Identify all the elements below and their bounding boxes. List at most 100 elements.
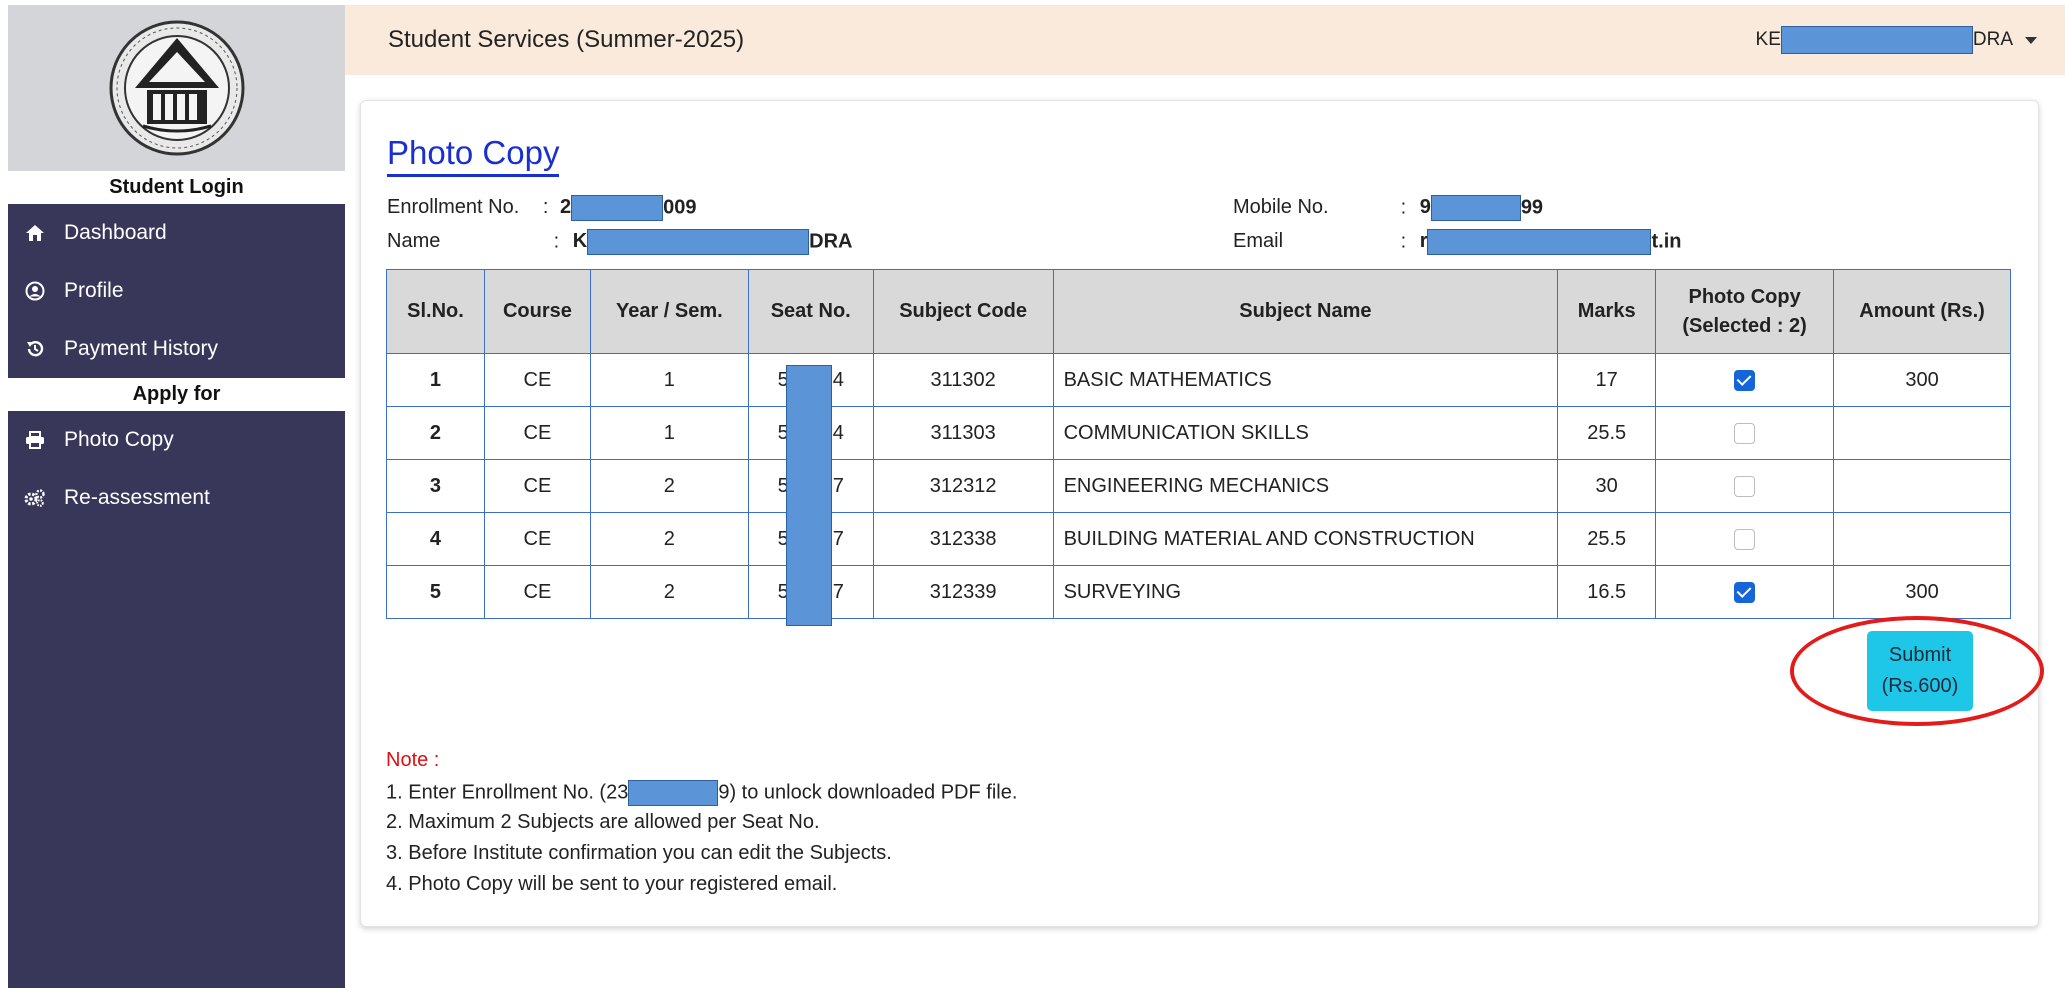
cell-amount (1833, 406, 2011, 460)
photo-copy-checkbox[interactable] (1734, 422, 1756, 444)
cell-course: CE (483, 406, 591, 460)
photo-copy-checkbox[interactable] (1734, 581, 1756, 603)
sidebar-item-profile[interactable]: Profile (8, 262, 345, 320)
sidebar-item-photo-copy[interactable]: Photo Copy (8, 411, 345, 469)
cell-subject-code: 312338 (872, 512, 1054, 566)
cell-course: CE (483, 353, 591, 407)
cell-amount: 300 (1833, 353, 2011, 407)
sidebar-item-payment-history[interactable]: Payment History (8, 320, 345, 378)
cell-course: CE (483, 459, 591, 513)
email-label: Email (1233, 230, 1284, 253)
cell-marks: 30 (1557, 459, 1657, 513)
cell-photo-copy (1655, 353, 1835, 407)
mobile-label: Mobile No. (1233, 196, 1329, 219)
enrollment-start: 2 (559, 196, 572, 219)
cell-subject-code: 311303 (872, 406, 1054, 460)
sidebar-item-label: Profile (64, 279, 124, 302)
enrollment-info: Enrollment No. : 2 009 (387, 195, 696, 221)
printer-icon (22, 431, 48, 449)
cell-subject-name: BASIC MATHEMATICS (1052, 353, 1559, 407)
header-sl-no: Sl.No. (386, 269, 485, 354)
submit-button[interactable]: Submit (Rs.600) (1867, 631, 1973, 711)
user-menu-dropdown[interactable]: KE DRA (1756, 5, 2037, 75)
header-subject-code: Subject Code (872, 269, 1054, 354)
top-bar: Student Services (Summer-2025) KE DRA (345, 5, 2065, 75)
user-circle-icon (22, 281, 48, 301)
history-icon (22, 339, 48, 359)
cell-subject-code: 312312 (872, 459, 1054, 513)
sidebar: Student Login Dashboard Profile Payment … (8, 5, 345, 988)
mobile-end: 99 (1520, 196, 1544, 219)
photo-copy-card: Photo Copy Enrollment No. : 2 009 Name : … (360, 100, 2044, 927)
note-line-3: 3. Before Institute confirmation you can… (386, 842, 892, 864)
cell-year-sem: 1 (589, 406, 749, 460)
colon: : (1400, 196, 1407, 219)
sidebar-item-label: Photo Copy (64, 428, 174, 451)
board-seal-logo (109, 20, 244, 156)
photo-copy-checkbox[interactable] (1734, 475, 1756, 497)
cell-subject-code: 311302 (872, 353, 1054, 407)
email-end: t.in (1651, 230, 1682, 253)
cell-amount (1833, 512, 2011, 566)
cell-sl-no: 5 (386, 565, 485, 619)
cell-sl-no: 1 (386, 353, 485, 407)
page-header-title: Student Services (Summer-2025) (388, 26, 745, 53)
colon: : (553, 230, 560, 253)
colon: : (542, 196, 549, 219)
user-name-start: KE (1755, 29, 1781, 50)
email-start: r (1419, 230, 1428, 253)
home-icon (22, 224, 48, 242)
cell-year-sem: 2 (589, 512, 749, 566)
cell-course: CE (483, 512, 591, 566)
table-row: 1 CE 1 5 4 311302 BASIC MATHEMATICS 17 300 (386, 353, 2011, 407)
cell-year-sem: 1 (589, 353, 749, 407)
cell-sl-no: 2 (386, 406, 485, 460)
redacted-note-enrollment (628, 780, 719, 806)
cell-subject-name: ENGINEERING MECHANICS (1052, 459, 1559, 513)
note-1-end: 9) to unlock downloaded PDF file. (718, 781, 1018, 804)
student-login-heading: Student Login (8, 171, 345, 204)
name-info: Name : K DRA (387, 229, 852, 255)
cell-photo-copy (1655, 406, 1835, 460)
enrollment-label: Enrollment No. (387, 196, 520, 219)
cell-course: CE (483, 565, 591, 619)
sidebar-item-re-assessment[interactable]: Re-assessment (8, 469, 345, 527)
user-name-end: DRA (1972, 29, 2013, 50)
cell-subject-name: SURVEYING (1052, 565, 1559, 619)
apply-for-heading: Apply for (8, 378, 345, 411)
mobile-info: Mobile No. : 9 99 (1233, 195, 1543, 221)
sidebar-item-label: Dashboard (64, 221, 167, 244)
mobile-start: 9 (1419, 196, 1431, 219)
redacted-email (1427, 229, 1652, 255)
cell-amount (1833, 459, 2011, 513)
email-info: Email : r t.in (1233, 229, 1681, 255)
sidebar-item-dashboard[interactable]: Dashboard (8, 204, 345, 262)
table-row: 2 CE 1 5 4 311303 COMMUNICATION SKILLS 25.5 (386, 406, 2011, 460)
photo-copy-checkbox[interactable] (1734, 528, 1756, 550)
cell-marks: 17 (1557, 353, 1657, 407)
cell-year-sem: 2 (589, 459, 749, 513)
cell-marks: 25.5 (1557, 512, 1657, 566)
header-seat-no: Seat No. (747, 269, 874, 354)
table-row: 4 CE 2 5 7 312338 BUILDING MATERIAL AND CONSTR… (386, 512, 2011, 566)
enrollment-end: 009 (663, 196, 697, 219)
note-line-4: 4. Photo Copy will be sent to your regis… (386, 873, 838, 895)
cell-year-sem: 2 (589, 565, 749, 619)
header-year-sem: Year / Sem. (589, 269, 749, 354)
redacted-user-name (1780, 26, 1973, 54)
cell-photo-copy (1655, 565, 1835, 619)
submit-amount: (Rs.600) (1881, 675, 1959, 697)
header-photo-copy: Photo Copy (Selected : 2) (1655, 269, 1835, 354)
redacted-enrollment (571, 195, 664, 221)
seat-no-end: 4 (832, 368, 844, 391)
sidebar-item-label: Re-assessment (64, 486, 210, 509)
note-line-1: 1. Enter Enrollment No. (23 9) to unlock … (386, 780, 1017, 806)
seat-no-end: 7 (832, 580, 844, 603)
header-marks: Marks (1557, 269, 1657, 354)
cell-marks: 16.5 (1557, 565, 1657, 619)
colon: : (1400, 230, 1407, 253)
cell-amount: 300 (1833, 565, 2011, 619)
photo-copy-checkbox[interactable] (1734, 369, 1756, 391)
header-course: Course (483, 269, 591, 354)
redacted-seat-numbers (786, 365, 832, 626)
